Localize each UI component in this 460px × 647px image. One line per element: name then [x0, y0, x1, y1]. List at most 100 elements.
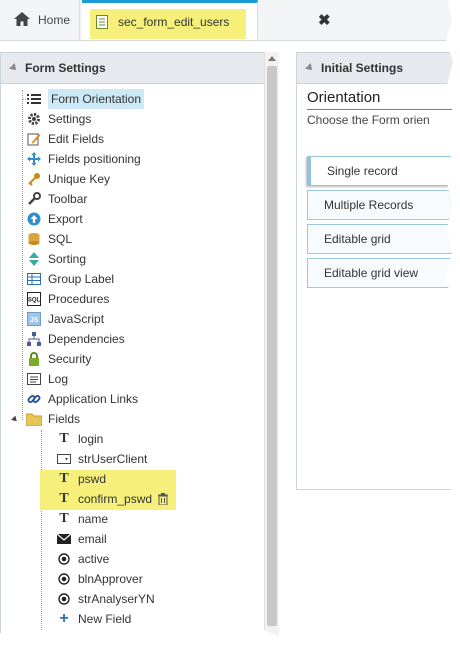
- field-item-label: pswd: [78, 472, 107, 486]
- js-icon: JS: [26, 311, 42, 327]
- tree-item-fields[interactable]: Fields: [11, 409, 81, 429]
- orientation-description: Choose the Form orien: [307, 113, 430, 127]
- field-item-label: confirm_pswd: [78, 492, 153, 506]
- tree-item-label: Security: [48, 352, 92, 366]
- svg-text:JS: JS: [30, 317, 39, 324]
- tree-item-javascript[interactable]: JS JavaScript: [26, 309, 104, 329]
- initial-settings-panel: Initial Settings Orientation Choose the …: [296, 52, 460, 490]
- text-icon: T: [59, 431, 69, 446]
- hierarchy-icon: [26, 331, 42, 347]
- field-item-pswd[interactable]: T pswd: [56, 469, 106, 489]
- tree-item-settings[interactable]: Settings: [26, 109, 91, 129]
- field-item-label: email: [78, 532, 107, 546]
- sql-icon: SQL: [26, 291, 42, 307]
- select-icon: [56, 451, 72, 467]
- trash-icon[interactable]: [158, 493, 169, 505]
- move-icon: [26, 151, 42, 167]
- tree-item-dependencies[interactable]: Dependencies: [26, 329, 125, 349]
- tree-item-security[interactable]: Security: [26, 349, 91, 369]
- expand-toggle-icon[interactable]: [11, 415, 19, 423]
- tree-scrollbar[interactable]: [264, 52, 279, 647]
- radio-icon: [56, 571, 72, 587]
- field-item-label: blnApprover: [78, 572, 143, 586]
- radio-icon: [56, 591, 72, 607]
- sort-icon: [26, 251, 42, 267]
- scroll-thumb[interactable]: [267, 66, 277, 626]
- field-item-label: active: [78, 552, 110, 566]
- tree-item-sorting[interactable]: Sorting: [26, 249, 86, 269]
- tree-line: [22, 90, 23, 420]
- tree-item-label: Sorting: [48, 252, 87, 266]
- log-icon: [26, 371, 42, 387]
- field-item-blnapprover[interactable]: blnApprover: [56, 569, 143, 589]
- tree-item-export[interactable]: Export: [26, 209, 83, 229]
- field-item-confirm-pswd[interactable]: T confirm_pswd: [56, 489, 169, 509]
- torn-edge-bottom: [0, 628, 460, 647]
- svg-text:SQL: SQL: [28, 298, 41, 304]
- tree-item-group-label[interactable]: Group Label: [26, 269, 114, 289]
- table-icon: [26, 271, 42, 287]
- orientation-title: Orientation: [307, 89, 381, 106]
- initial-settings-header[interactable]: Initial Settings: [297, 53, 460, 84]
- tab-home[interactable]: Home: [0, 0, 80, 40]
- field-item-login[interactable]: T login: [56, 429, 103, 449]
- link-icon: [26, 391, 42, 407]
- database-icon: [26, 231, 42, 247]
- tree-item-fields-positioning[interactable]: Fields positioning: [26, 149, 141, 169]
- tab-bar: Home sec_form_edit_users ✖: [0, 0, 460, 41]
- tree-item-unique-key[interactable]: Unique Key: [26, 169, 110, 189]
- close-icon[interactable]: ✖: [318, 13, 331, 28]
- text-icon: T: [59, 471, 69, 486]
- field-item-name[interactable]: T name: [56, 509, 108, 529]
- option-multiple-records[interactable]: Multiple Records: [307, 190, 457, 220]
- torn-edge-right: [445, 0, 460, 647]
- tree-item-label: Toolbar: [48, 192, 88, 206]
- tree-item-form-orientation[interactable]: Form Orientation: [22, 89, 145, 109]
- field-item-label: name: [78, 512, 109, 526]
- tree-item-log[interactable]: Log: [26, 369, 68, 389]
- option-single-record[interactable]: Single record: [307, 156, 457, 186]
- collapse-caret-icon[interactable]: [9, 63, 19, 73]
- radio-icon: [56, 551, 72, 567]
- field-item-stranalyseryn[interactable]: strAnalyserYN: [56, 589, 155, 609]
- initial-settings-title: Initial Settings: [321, 61, 404, 75]
- tree-item-label: Settings: [48, 112, 92, 126]
- text-icon: T: [59, 511, 69, 526]
- scroll-up-arrow-icon[interactable]: [268, 56, 276, 61]
- field-item-struserclient[interactable]: strUserClient: [56, 449, 147, 469]
- collapse-caret-icon[interactable]: [305, 63, 315, 73]
- tree-item-label: Fields: [48, 412, 81, 426]
- tree-item-procedures[interactable]: SQL Procedures: [26, 289, 109, 309]
- tree-item-label: Edit Fields: [48, 132, 105, 146]
- option-editable-grid[interactable]: Editable grid: [307, 224, 457, 254]
- field-item-label: strUserClient: [78, 452, 148, 466]
- tree-item-label: JavaScript: [48, 312, 105, 326]
- tree-item-label: Procedures: [48, 292, 110, 306]
- tree-item-edit-fields[interactable]: Edit Fields: [26, 129, 104, 149]
- tree-item-application-links[interactable]: Application Links: [26, 389, 138, 409]
- home-icon: [14, 11, 30, 29]
- tab-sec-form-edit-users[interactable]: sec_form_edit_users ✖: [82, 0, 331, 40]
- wrench-icon: [26, 191, 42, 207]
- tree-connector: [22, 99, 28, 100]
- tree-item-sql[interactable]: SQL: [26, 229, 72, 249]
- tree-item-label: Fields positioning: [48, 152, 141, 166]
- key-icon: [26, 171, 42, 187]
- tree-item-label: Export: [48, 212, 83, 226]
- text-icon: T: [59, 491, 69, 506]
- list-icon: [26, 91, 42, 107]
- tree-item-toolbar[interactable]: Toolbar: [26, 189, 87, 209]
- field-item-label: login: [78, 432, 104, 446]
- field-item-active[interactable]: active: [56, 549, 109, 569]
- field-item-email[interactable]: email: [56, 529, 107, 549]
- tab-home-label: Home: [38, 13, 71, 27]
- tree-item-label: Group Label: [48, 272, 115, 286]
- edit-icon: [26, 131, 42, 147]
- option-editable-grid-view[interactable]: Editable grid view: [307, 258, 457, 288]
- tree-item-label: Application Links: [48, 392, 139, 406]
- form-settings-header[interactable]: Form Settings: [1, 53, 277, 84]
- tree-item-label: Log: [48, 372, 69, 386]
- tree-item-label: SQL: [48, 232, 73, 246]
- tree-item-label: Form Orientation: [48, 89, 145, 109]
- gear-icon: [26, 111, 42, 127]
